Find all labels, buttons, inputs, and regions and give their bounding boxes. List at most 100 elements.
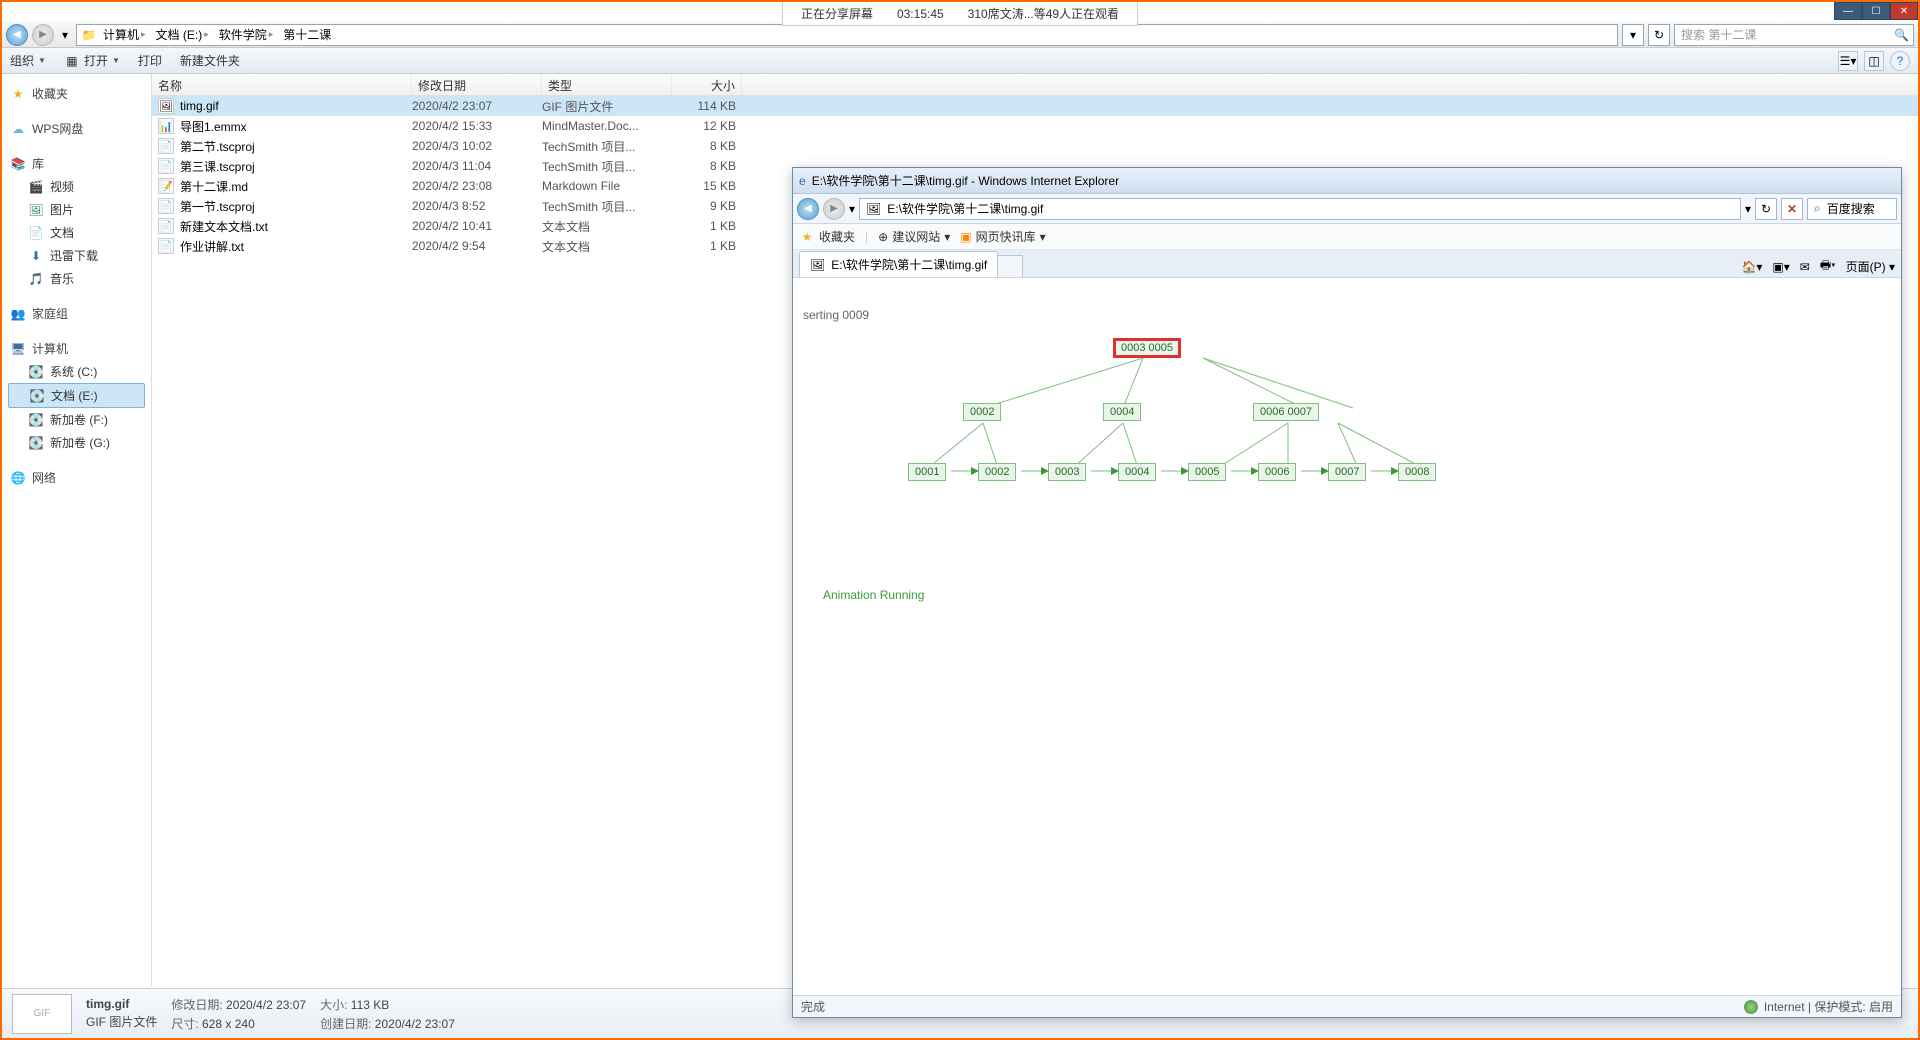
video-icon: 🎬: [28, 179, 44, 195]
file-row[interactable]: 📄第二节.tscproj2020/4/3 10:02TechSmith 项目..…: [152, 136, 1918, 156]
file-row[interactable]: 🖼timg.gif2020/4/2 23:07GIF 图片文件114 KB: [152, 96, 1918, 116]
ie-status-bar: 完成 Internet | 保护模式: 启用: [793, 995, 1901, 1017]
picture-icon: 🖼: [28, 202, 44, 218]
addr-dropdown-button[interactable]: ▾: [1622, 24, 1644, 46]
ie-status-done: 完成: [801, 998, 825, 1015]
ie-url-field[interactable]: 🖼 E:\软件学院\第十二课\timg.gif: [859, 198, 1741, 220]
file-type: 文本文档: [542, 238, 672, 255]
suggest-icon: ⊕: [878, 230, 888, 244]
ie-web-slices[interactable]: ▣网页快讯库 ▾: [960, 228, 1045, 245]
ie-forward-button[interactable]: ▶: [823, 198, 845, 220]
view-menu-button[interactable]: ☰▾: [1838, 51, 1858, 71]
ie-print-button[interactable]: 🖶▾: [1820, 256, 1836, 277]
sidebar-item-download[interactable]: ⬇迅雷下载: [8, 244, 145, 267]
open-icon: ▦: [64, 53, 80, 69]
explorer-toolbar: 组织▼ ▦打开▼ 打印 新建文件夹 ☰▾ ◫ ?: [2, 48, 1918, 74]
forward-button[interactable]: ▶: [32, 24, 54, 46]
file-size: 8 KB: [672, 139, 742, 153]
organize-menu[interactable]: 组织▼: [10, 52, 46, 69]
file-type: Markdown File: [542, 179, 672, 193]
share-time: 03:15:45: [897, 7, 944, 21]
sidebar-drive-e[interactable]: 💽文档 (E:): [8, 383, 145, 408]
download-icon: ⬇: [28, 248, 44, 264]
col-date[interactable]: 修改日期: [412, 74, 542, 95]
search-input[interactable]: 搜索 第十二课 🔍: [1674, 24, 1914, 46]
crumb-folder2[interactable]: 第十二课: [279, 26, 335, 43]
ie-page-menu[interactable]: 页面(P) ▾: [1846, 258, 1895, 275]
tab-file-icon: 🖼: [810, 258, 825, 272]
folder-icon: 📁: [81, 27, 97, 43]
help-button[interactable]: ?: [1890, 51, 1910, 71]
sidebar-wps[interactable]: ☁WPS网盘: [8, 117, 145, 140]
file-date: 2020/4/3 11:04: [412, 159, 542, 173]
ie-search-field[interactable]: ⌕ 百度搜索: [1807, 198, 1897, 220]
open-menu[interactable]: ▦打开▼: [64, 52, 120, 69]
back-button[interactable]: ◀: [6, 24, 28, 46]
homegroup-icon: 👥: [10, 306, 26, 322]
screen-share-bar: 正在分享屏幕 03:15:45 310席文涛...等49人正在观看: [782, 2, 1138, 26]
share-viewers: 310席文涛...等49人正在观看: [968, 5, 1119, 22]
file-type: GIF 图片文件: [542, 98, 672, 115]
ie-icon: e: [799, 174, 806, 188]
col-name[interactable]: 名称: [152, 74, 412, 95]
col-type[interactable]: 类型: [542, 74, 672, 95]
sidebar-computer[interactable]: 🖥计算机: [8, 337, 145, 360]
print-button[interactable]: 打印: [138, 52, 162, 69]
file-date: 2020/4/2 9:54: [412, 239, 542, 253]
details-filename: timg.gif: [86, 997, 157, 1011]
feed-icon: ▣: [960, 230, 971, 244]
ie-history-dropdown[interactable]: ▾: [849, 202, 855, 216]
sidebar-item-video[interactable]: 🎬视频: [8, 175, 145, 198]
star-icon: ★: [10, 86, 26, 102]
col-size[interactable]: 大小: [672, 74, 742, 95]
crumb-drive[interactable]: 文档 (E:)▸: [152, 26, 213, 43]
file-type-icon: 📄: [158, 218, 174, 234]
minimize-button[interactable]: —: [1834, 2, 1862, 20]
close-button[interactable]: ✕: [1890, 2, 1918, 20]
ie-feed-button[interactable]: ▣▾: [1772, 260, 1789, 274]
ie-suggested-sites[interactable]: ⊕建议网站 ▾: [878, 228, 950, 245]
file-size: 1 KB: [672, 219, 742, 233]
sidebar-drive-f[interactable]: 💽新加卷 (F:): [8, 408, 145, 431]
file-type-icon: 📄: [158, 198, 174, 214]
ie-favorites-button[interactable]: ★收藏夹: [799, 228, 855, 245]
file-row[interactable]: 📊导图1.emmx2020/4/2 15:33MindMaster.Doc...…: [152, 116, 1918, 136]
details-filetype: GIF 图片文件: [86, 1013, 157, 1030]
ie-tab-active[interactable]: 🖼 E:\软件学院\第十二课\timg.gif: [799, 251, 998, 277]
new-folder-button[interactable]: 新建文件夹: [180, 52, 240, 69]
drive-icon: 💽: [28, 364, 44, 380]
sidebar-item-music[interactable]: 🎵音乐: [8, 267, 145, 290]
file-size: 8 KB: [672, 159, 742, 173]
file-name: 第一节.tscproj: [180, 198, 255, 215]
sidebar-network[interactable]: 🌐网络: [8, 466, 145, 489]
ie-refresh-button[interactable]: ↻: [1755, 198, 1777, 220]
crumb-folder1[interactable]: 软件学院▸: [215, 26, 278, 43]
refresh-button[interactable]: ↻: [1648, 24, 1670, 46]
ie-title-bar[interactable]: e E:\软件学院\第十二课\timg.gif - Windows Intern…: [793, 168, 1901, 194]
breadcrumb[interactable]: 📁 计算机▸ 文档 (E:)▸ 软件学院▸ 第十二课: [76, 24, 1618, 46]
ie-home-button[interactable]: 🏠▾: [1741, 260, 1762, 274]
sidebar-homegroup[interactable]: 👥家庭组: [8, 302, 145, 325]
ie-mail-button[interactable]: ✉: [1800, 260, 1810, 274]
sidebar-item-documents[interactable]: 📄文档: [8, 221, 145, 244]
sidebar-drive-g[interactable]: 💽新加卷 (G:): [8, 431, 145, 454]
ie-back-button[interactable]: ◀: [797, 198, 819, 220]
ie-new-tab-button[interactable]: [997, 255, 1023, 277]
ie-stop-button[interactable]: ✕: [1781, 198, 1803, 220]
sidebar-favorites[interactable]: ★收藏夹: [8, 82, 145, 105]
history-dropdown[interactable]: ▾: [58, 28, 72, 42]
ie-tab-strip: 🖼 E:\软件学院\第十二课\timg.gif 🏠▾ ▣▾ ✉ 🖶▾ 页面(P)…: [793, 250, 1901, 278]
file-date: 2020/4/2 23:08: [412, 179, 542, 193]
sidebar-drive-c[interactable]: 💽系统 (C:): [8, 360, 145, 383]
ie-url-dropdown[interactable]: ▾: [1745, 202, 1751, 216]
file-date: 2020/4/3 10:02: [412, 139, 542, 153]
animation-running-text: Animation Running: [823, 588, 924, 602]
file-date: 2020/4/2 15:33: [412, 119, 542, 133]
crumb-computer[interactable]: 计算机▸: [99, 26, 150, 43]
file-name: 导图1.emmx: [180, 118, 247, 135]
sidebar-item-pictures[interactable]: 🖼图片: [8, 198, 145, 221]
preview-pane-button[interactable]: ◫: [1864, 51, 1884, 71]
maximize-button[interactable]: ☐: [1862, 2, 1890, 20]
sidebar-libraries[interactable]: 📚库: [8, 152, 145, 175]
file-name: timg.gif: [180, 99, 219, 113]
